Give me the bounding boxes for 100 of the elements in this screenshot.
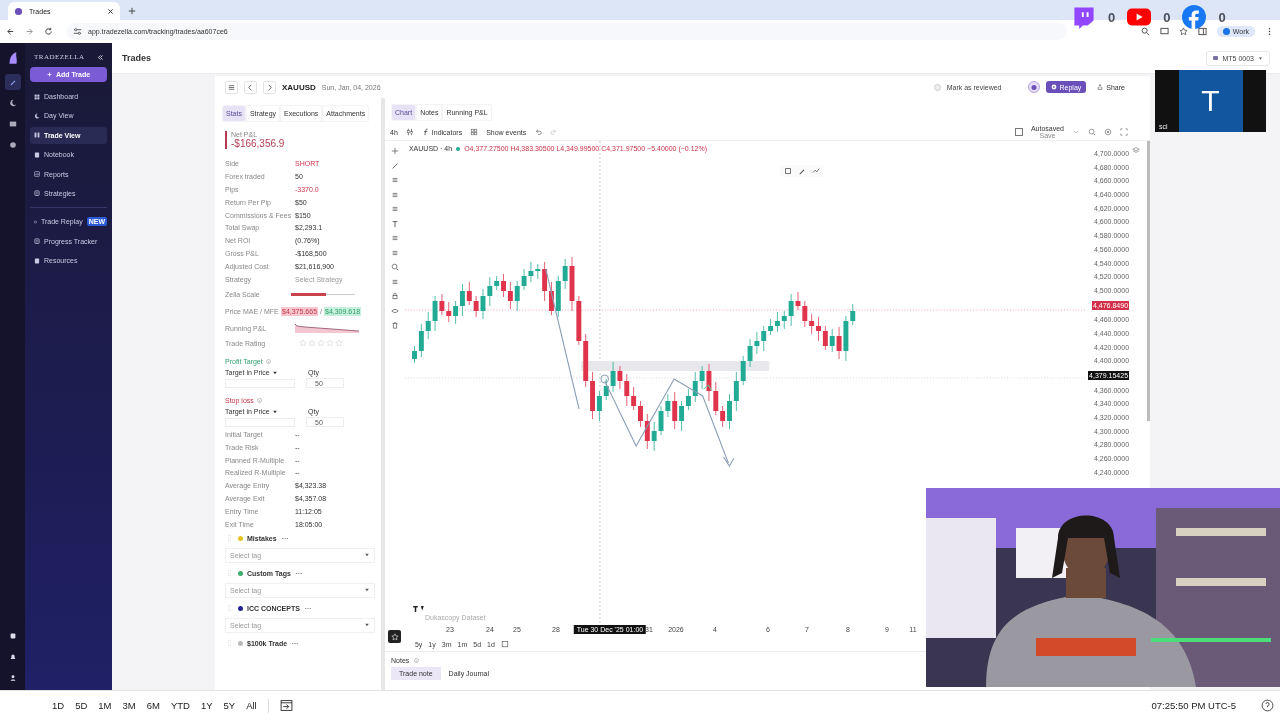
bookmark-star-icon[interactable] xyxy=(1178,27,1188,36)
info-icon xyxy=(256,397,262,403)
book-icon xyxy=(34,151,40,158)
drawing-tool-icon[interactable] xyxy=(390,205,399,213)
more-icon[interactable] xyxy=(303,606,312,610)
drawing-tool-icon[interactable] xyxy=(390,277,399,286)
moon-icon xyxy=(34,112,40,119)
net-pnl-value: -$166,356.9 xyxy=(231,138,286,149)
range-button[interactable]: 6M xyxy=(146,700,160,711)
range-button[interactable]: All xyxy=(246,700,257,711)
line-tool-icon[interactable] xyxy=(390,161,399,170)
eye-icon[interactable] xyxy=(390,306,399,315)
range-button[interactable]: 1D xyxy=(52,700,65,711)
new-tab-icon[interactable] xyxy=(128,7,136,15)
clock: 07:25:50 PM UTC-5 xyxy=(1151,700,1236,711)
checkbox[interactable] xyxy=(1014,128,1023,136)
calendar-arrow-icon[interactable] xyxy=(279,699,293,712)
circle-icon xyxy=(34,218,37,225)
avatar-icon[interactable] xyxy=(1027,81,1040,93)
caret-icon xyxy=(364,552,370,559)
favorite-button[interactable] xyxy=(388,630,402,643)
share-icon xyxy=(1097,84,1104,90)
caret-icon xyxy=(271,408,278,415)
drawing-tool-icon[interactable] xyxy=(390,147,399,155)
follower-count: 0 xyxy=(1218,9,1226,25)
site-settings-icon[interactable] xyxy=(73,27,82,36)
reload-icon[interactable] xyxy=(44,27,53,36)
caret-icon xyxy=(271,369,278,376)
layers-icon[interactable] xyxy=(1132,146,1141,154)
chart-icon xyxy=(34,171,40,178)
pencil-icon[interactable] xyxy=(797,167,806,175)
caret-icon xyxy=(364,622,370,629)
undo-icon[interactable] xyxy=(534,128,543,136)
zone-rectangle[interactable] xyxy=(580,361,770,371)
star-icon[interactable] xyxy=(299,339,307,348)
ring-marker-icon xyxy=(600,374,609,384)
tile-letter: T xyxy=(1178,70,1243,132)
app-logo-icon xyxy=(14,6,23,16)
range-button[interactable]: 5Y xyxy=(223,700,236,711)
logo-icon xyxy=(412,606,424,612)
close-icon[interactable] xyxy=(107,7,114,15)
plus-icon xyxy=(46,72,52,77)
drawing-tool-icon[interactable] xyxy=(390,190,399,199)
drawing-tool-icon[interactable] xyxy=(390,176,399,184)
status-dot xyxy=(456,146,461,151)
next-icon[interactable] xyxy=(263,80,276,94)
columns-icon xyxy=(34,132,40,139)
info-icon xyxy=(414,658,420,663)
monitor-icon[interactable] xyxy=(1159,27,1169,36)
drawing-tool-icon[interactable] xyxy=(390,234,399,242)
range-button[interactable]: 5D xyxy=(75,700,88,711)
follower-count: 0 xyxy=(1163,9,1171,25)
settings-icon[interactable] xyxy=(1104,128,1112,136)
more-icon[interactable] xyxy=(291,641,300,645)
grid-icon[interactable] xyxy=(470,128,479,136)
caret-icon xyxy=(364,587,370,594)
symbol-title: XAUUSD xyxy=(282,82,316,92)
grid-icon[interactable] xyxy=(225,80,238,94)
star-icon[interactable] xyxy=(326,339,334,348)
more-icon[interactable] xyxy=(280,536,289,540)
date-range-icon[interactable] xyxy=(500,640,509,648)
trend-line-icon[interactable] xyxy=(811,167,820,175)
range-button[interactable]: 3M xyxy=(122,700,136,711)
pen-icon[interactable] xyxy=(4,74,21,90)
star-rating[interactable] xyxy=(299,339,343,348)
follower-count: 0 xyxy=(1108,9,1116,25)
more-icon[interactable] xyxy=(294,571,303,575)
forward-icon[interactable] xyxy=(25,27,34,36)
page-title: Trades xyxy=(122,53,153,63)
previous-icon[interactable] xyxy=(244,80,257,94)
book-icon xyxy=(34,257,40,264)
zoom-icon[interactable] xyxy=(390,263,399,271)
function-icon xyxy=(421,128,430,136)
trash-icon[interactable] xyxy=(390,321,399,329)
help-icon[interactable] xyxy=(1261,699,1274,712)
star-icon[interactable] xyxy=(308,339,316,348)
caret-icon xyxy=(1258,55,1263,61)
play-icon xyxy=(1050,84,1057,90)
side-panel-icon[interactable] xyxy=(1197,27,1207,36)
grid-icon xyxy=(34,93,40,100)
range-button[interactable]: YTD xyxy=(170,700,190,711)
zoom-icon[interactable] xyxy=(1140,27,1150,36)
info-icon xyxy=(265,358,271,364)
star-icon[interactable] xyxy=(317,339,325,348)
star-icon[interactable] xyxy=(335,339,343,348)
collapse-icon[interactable] xyxy=(97,53,104,61)
lock-icon[interactable] xyxy=(390,292,399,300)
review-checkbox[interactable] xyxy=(933,83,941,91)
arrow-drawing[interactable] xyxy=(545,268,735,468)
running-pnl-sparkline xyxy=(295,323,359,334)
range-button[interactable]: 1M xyxy=(98,700,112,711)
fullscreen-icon[interactable] xyxy=(1120,128,1128,136)
range-button[interactable]: 1Y xyxy=(200,700,213,711)
clipboard-icon xyxy=(34,190,40,197)
arrow-marker-icon xyxy=(703,384,712,391)
candles-icon[interactable] xyxy=(405,128,414,136)
zoom-out-icon[interactable] xyxy=(1088,128,1096,136)
drawing-tool-icon[interactable] xyxy=(390,248,399,257)
back-icon[interactable] xyxy=(6,27,15,36)
text-tool-icon[interactable] xyxy=(390,219,399,228)
